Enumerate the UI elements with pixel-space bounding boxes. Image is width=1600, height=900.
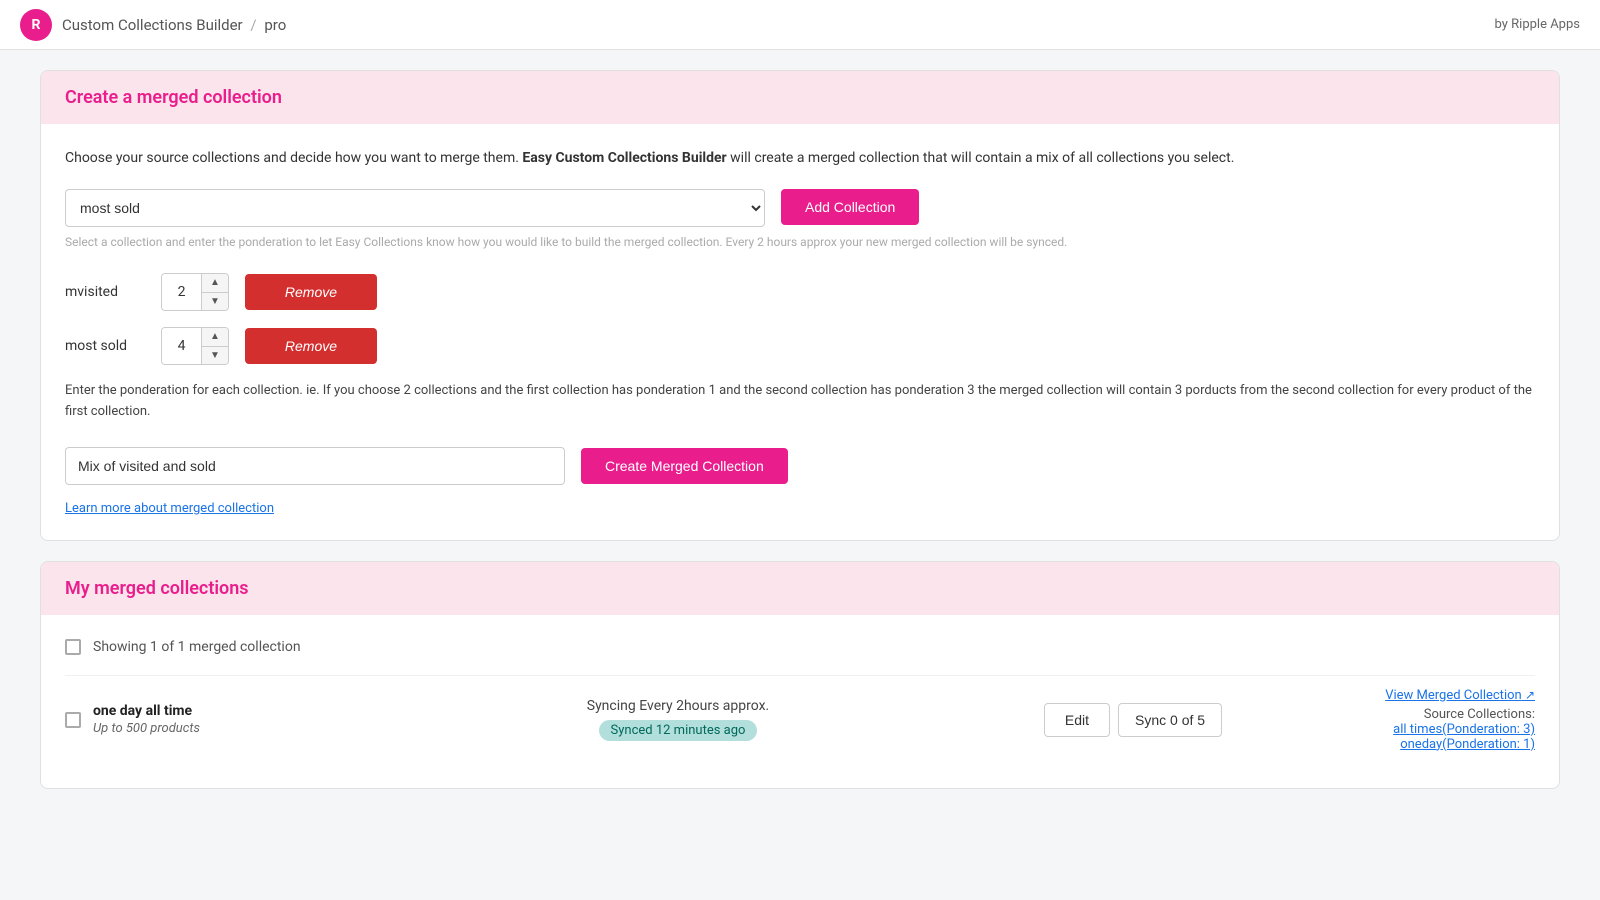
nav-left: R Custom Collections Builder / pro [20, 9, 286, 41]
item-info: one day all time Up to 500 products [93, 703, 313, 736]
add-collection-button[interactable]: Add Collection [781, 189, 919, 225]
sync-badge: Synced 12 minutes ago [599, 720, 758, 741]
stepper-down-mostsold[interactable]: ▼ [202, 347, 228, 365]
create-card-header: Create a merged collection [41, 71, 1559, 124]
create-card-body: Choose your source collections and decid… [41, 124, 1559, 540]
item-checkbox[interactable] [65, 712, 81, 728]
stepper-mvisited: 2 ▲ ▼ [161, 273, 229, 311]
merged-collection-item: one day all time Up to 500 products Sync… [65, 675, 1535, 764]
collection-row-mvisited: mvisited 2 ▲ ▼ Remove [65, 273, 1535, 311]
app-logo: R [20, 9, 52, 41]
action-buttons: Edit Sync 0 of 5 [1043, 703, 1223, 737]
stepper-controls-mostsold: ▲ ▼ [202, 328, 228, 364]
stepper-mostsold: 4 ▲ ▼ [161, 327, 229, 365]
edit-button[interactable]: Edit [1044, 703, 1110, 737]
by-ripple-apps: by Ripple Apps [1495, 17, 1580, 32]
view-merged-link[interactable]: View Merged Collection ↗ [1235, 688, 1535, 703]
item-name: one day all time [93, 703, 313, 719]
my-merged-card: My merged collections Showing 1 of 1 mer… [40, 561, 1560, 789]
collection-name-mostsold: most sold [65, 338, 145, 354]
my-merged-card-title: My merged collections [65, 578, 1535, 599]
my-merged-card-header: My merged collections [41, 562, 1559, 615]
stepper-value-mvisited: 2 [162, 274, 202, 310]
select-all-checkbox[interactable] [65, 639, 81, 655]
showing-row: Showing 1 of 1 merged collection [65, 639, 1535, 655]
stepper-controls-mvisited: ▲ ▼ [202, 274, 228, 310]
create-card-title: Create a merged collection [65, 87, 1535, 108]
sync-button[interactable]: Sync 0 of 5 [1118, 703, 1222, 737]
stepper-up-mvisited[interactable]: ▲ [202, 274, 228, 293]
table-area: Showing 1 of 1 merged collection one day… [41, 615, 1559, 788]
source-link-all-times[interactable]: all times(Ponderation: 3) [1235, 722, 1535, 737]
app-title: Custom Collections Builder / pro [62, 16, 286, 34]
collection-links: View Merged Collection ↗ Source Collecti… [1235, 688, 1535, 752]
merge-row: Create Merged Collection [65, 447, 1535, 485]
selector-row: most sold mvisited all times oneday Add … [65, 189, 1535, 227]
ponderation-text: Enter the ponderation for each collectio… [65, 381, 1535, 423]
top-nav: R Custom Collections Builder / pro by Ri… [0, 0, 1600, 50]
collection-dropdown[interactable]: most sold mvisited all times oneday [65, 189, 765, 227]
stepper-up-mostsold[interactable]: ▲ [202, 328, 228, 347]
create-merged-card: Create a merged collection Choose your s… [40, 70, 1560, 541]
source-link-oneday[interactable]: oneday(Ponderation: 1) [1235, 737, 1535, 752]
collection-name-mvisited: mvisited [65, 284, 145, 300]
intro-text: Choose your source collections and decid… [65, 148, 1535, 169]
stepper-down-mvisited[interactable]: ▼ [202, 293, 228, 311]
hint-text: Select a collection and enter the ponder… [65, 235, 1535, 249]
remove-mostsold-button[interactable]: Remove [245, 328, 377, 364]
sync-schedule: Syncing Every 2hours approx. [325, 698, 1031, 714]
stepper-value-mostsold: 4 [162, 328, 202, 364]
collection-row-mostsold: most sold 4 ▲ ▼ Remove [65, 327, 1535, 365]
remove-mvisited-button[interactable]: Remove [245, 274, 377, 310]
main-content: Create a merged collection Choose your s… [20, 50, 1580, 829]
sync-info: Syncing Every 2hours approx. Synced 12 m… [325, 698, 1031, 741]
learn-more-link[interactable]: Learn more about merged collection [65, 501, 274, 516]
source-label: Source Collections: [1235, 707, 1535, 722]
item-sub: Up to 500 products [93, 721, 313, 736]
create-merged-button[interactable]: Create Merged Collection [581, 448, 788, 484]
merge-name-input[interactable] [65, 447, 565, 485]
showing-text: Showing 1 of 1 merged collection [93, 639, 301, 655]
